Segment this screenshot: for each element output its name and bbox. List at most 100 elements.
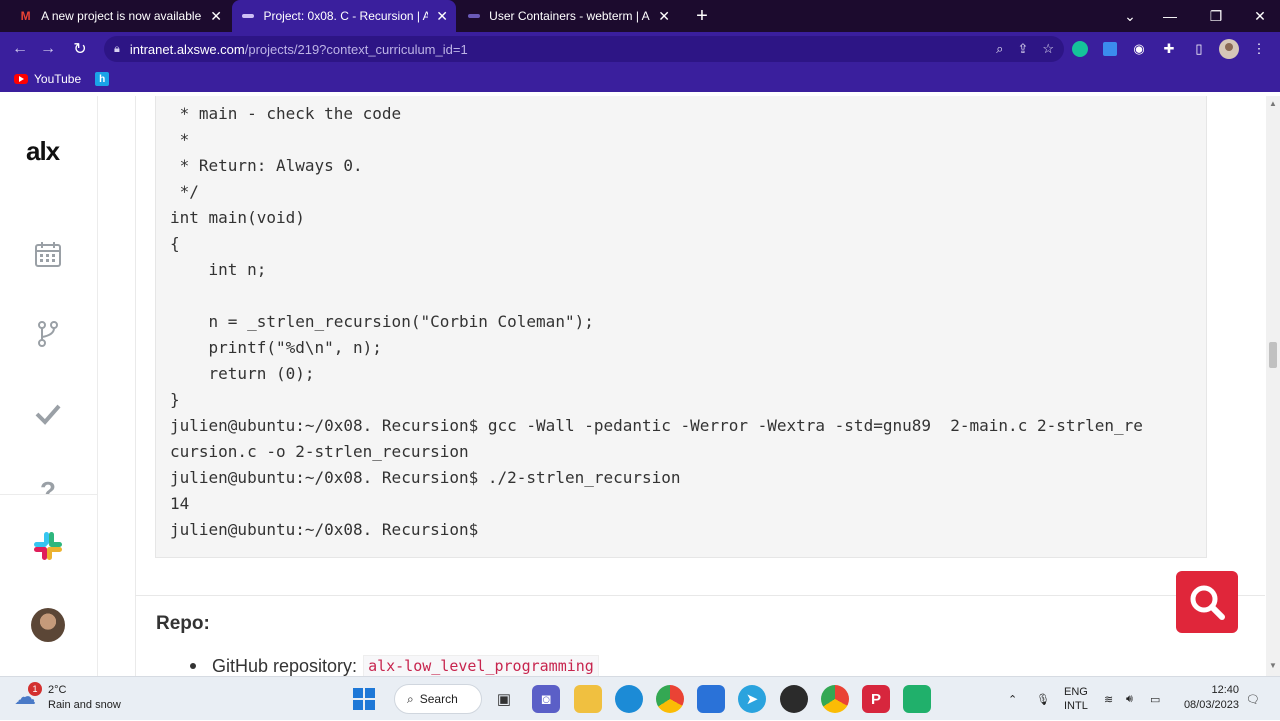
close-icon[interactable]: ✕ bbox=[436, 8, 448, 25]
notepad-icon[interactable] bbox=[903, 685, 931, 713]
alx-icon bbox=[240, 8, 256, 24]
notification-badge: 1 bbox=[28, 682, 42, 696]
h-icon: h bbox=[95, 72, 110, 86]
weather-widget[interactable]: ☁ 1 2°C Rain and snow bbox=[14, 682, 121, 713]
alx-icon bbox=[466, 8, 481, 24]
task-view-icon[interactable]: ▣ bbox=[490, 685, 518, 713]
branch-icon[interactable] bbox=[30, 316, 66, 352]
weather-temp: 2°C bbox=[48, 684, 67, 696]
lang-line2: INTL bbox=[1064, 700, 1088, 712]
file-explorer-icon[interactable] bbox=[574, 685, 602, 713]
puzzle-icon[interactable]: ✚ bbox=[1159, 39, 1179, 59]
section-divider bbox=[135, 595, 1265, 596]
code-line: * Return: Always 0. bbox=[170, 156, 363, 175]
tab-title: A new project is now available: 0: bbox=[41, 9, 203, 23]
code-line: * bbox=[170, 130, 190, 149]
tab-user-containers[interactable]: User Containers - webterm | Add ✕ bbox=[458, 0, 678, 32]
edge-icon[interactable] bbox=[615, 685, 643, 713]
search-label: Search bbox=[419, 692, 458, 706]
repo-item: GitHub repository: alx-low_level_program… bbox=[190, 655, 599, 676]
p-app-icon[interactable]: P bbox=[862, 685, 890, 713]
extension-icon[interactable] bbox=[1100, 39, 1120, 59]
tray-chevron-icon[interactable]: ⌃ bbox=[1008, 677, 1017, 721]
store-icon[interactable] bbox=[697, 685, 725, 713]
tab-title: Project: 0x08. C - Recursion | Add bbox=[263, 9, 429, 23]
language-indicator[interactable]: ENG INTL bbox=[1064, 677, 1088, 721]
wifi-icon[interactable]: ≋ bbox=[1104, 677, 1113, 721]
share-icon[interactable]: ⇪ bbox=[1017, 41, 1028, 57]
volume-icon[interactable]: 🔊︎ bbox=[1126, 677, 1133, 721]
address-bar[interactable]: 🔒︎ intranet.alxswe.com /projects/219?con… bbox=[104, 36, 1064, 62]
side-panel-icon[interactable]: ▯ bbox=[1189, 39, 1209, 59]
page-content: alx ? * main - check the code * * Return… bbox=[0, 96, 1280, 676]
telegram-icon[interactable]: ➤ bbox=[738, 685, 766, 713]
notifications-icon[interactable]: 🗨︎ bbox=[1246, 677, 1260, 721]
slack-icon[interactable] bbox=[30, 528, 66, 564]
profile-avatar[interactable] bbox=[1219, 39, 1239, 59]
camera-icon[interactable]: ◉ bbox=[1129, 39, 1149, 59]
menu-icon[interactable]: ⋮ bbox=[1249, 39, 1269, 59]
clock[interactable]: 12:40 08/03/2023 bbox=[1181, 683, 1239, 713]
search-icon: ⌕ bbox=[407, 691, 414, 706]
scroll-up-icon[interactable]: ▲ bbox=[1269, 100, 1277, 108]
code-line: julien@ubuntu:~/0x08. Recursion$ ./2-str… bbox=[170, 468, 681, 487]
scroll-down-icon[interactable]: ▼ bbox=[1269, 662, 1277, 670]
card-edge bbox=[135, 96, 136, 676]
bookmark-youtube[interactable]: YouTube bbox=[14, 72, 81, 86]
tab-gmail[interactable]: M A new project is now available: 0: ✕ bbox=[10, 0, 230, 32]
close-window-button[interactable]: ✕ bbox=[1240, 0, 1280, 32]
chrome-profile-icon[interactable] bbox=[821, 685, 849, 713]
battery-icon[interactable]: ▭ bbox=[1150, 677, 1160, 721]
forward-icon[interactable]: → bbox=[36, 37, 60, 61]
avatar[interactable] bbox=[31, 608, 65, 642]
reload-icon[interactable]: ↻ bbox=[68, 37, 92, 61]
code-line: n = _strlen_recursion("Corbin Coleman"); bbox=[170, 312, 594, 331]
code-line: int main(void) bbox=[170, 208, 305, 227]
code-line: julien@ubuntu:~/0x08. Recursion$ gcc -Wa… bbox=[170, 416, 1143, 435]
bookmarks-bar: YouTube h bbox=[0, 66, 1280, 92]
code-line: * main - check the code bbox=[170, 104, 402, 123]
close-icon[interactable]: ✕ bbox=[658, 8, 670, 25]
weather-icon: ☁ 1 bbox=[14, 682, 42, 712]
calendar-icon[interactable] bbox=[30, 236, 66, 272]
bullet bbox=[190, 663, 196, 669]
maximize-button[interactable]: ❐ bbox=[1196, 0, 1236, 32]
minimize-button[interactable]: — bbox=[1150, 0, 1190, 32]
code-line: } bbox=[170, 390, 180, 409]
youtube-icon bbox=[14, 74, 28, 84]
back-icon[interactable]: ← bbox=[8, 37, 32, 61]
code-line: julien@ubuntu:~/0x08. Recursion$ bbox=[170, 520, 479, 539]
date: 08/03/2023 bbox=[1183, 699, 1239, 711]
search-icon bbox=[1190, 585, 1225, 620]
code-line: { bbox=[170, 234, 180, 253]
microphone-icon[interactable]: 🎙︎ bbox=[1036, 677, 1050, 721]
bookmark-label: YouTube bbox=[34, 72, 82, 86]
bookmark-h[interactable]: h bbox=[95, 72, 110, 86]
chrome-icon[interactable] bbox=[656, 685, 684, 713]
taskbar-search[interactable]: ⌕ Search bbox=[394, 684, 482, 714]
chat-icon[interactable]: ◙ bbox=[532, 685, 560, 713]
grammarly-icon[interactable] bbox=[1070, 39, 1090, 59]
gmail-icon: M bbox=[20, 9, 31, 23]
search-button[interactable] bbox=[1176, 571, 1238, 633]
scrollbar[interactable]: ▲ ▼ bbox=[1266, 96, 1280, 676]
tab-search-icon[interactable]: ⌄ bbox=[1110, 0, 1150, 32]
start-icon[interactable] bbox=[350, 685, 378, 713]
repo-name: alx-low_level_programming bbox=[363, 655, 599, 676]
new-tab-button[interactable]: + bbox=[690, 4, 714, 28]
zoom-icon[interactable]: ⌕ bbox=[996, 41, 1003, 57]
app-icon[interactable] bbox=[780, 685, 808, 713]
code-line: return (0); bbox=[170, 364, 315, 383]
close-icon[interactable]: ✕ bbox=[210, 8, 222, 25]
tab-project-recursion[interactable]: Project: 0x08. C - Recursion | Add ✕ bbox=[232, 0, 456, 32]
url-path: /projects/219?context_curriculum_id=1 bbox=[244, 41, 468, 57]
tab-title: User Containers - webterm | Add bbox=[489, 9, 651, 23]
bookmark-star-icon[interactable]: ☆ bbox=[1042, 41, 1054, 57]
check-icon[interactable] bbox=[30, 396, 66, 432]
sidebar-divider bbox=[0, 494, 98, 495]
code-line: 14 bbox=[170, 494, 190, 513]
code-line: cursion.c -o 2-strlen_recursion bbox=[170, 442, 469, 461]
scroll-thumb[interactable] bbox=[1269, 342, 1277, 368]
help-icon[interactable]: ? bbox=[30, 476, 66, 494]
alx-logo[interactable]: alx bbox=[26, 136, 60, 167]
